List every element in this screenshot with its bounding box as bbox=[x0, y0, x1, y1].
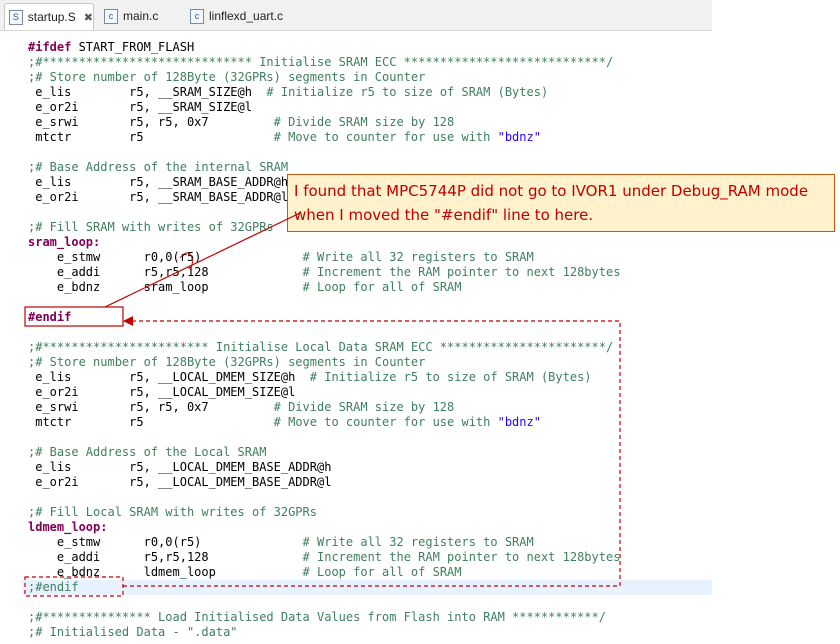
tab-label: linflexd_uart.c bbox=[209, 9, 284, 23]
tab-label: startup.S bbox=[27, 10, 76, 24]
current-line-highlight bbox=[22, 580, 712, 595]
code-line[interactable]: #ifdef START_FROM_FLASH bbox=[28, 40, 194, 55]
code-line[interactable]: e_or2i r5, __SRAM_SIZE@l bbox=[28, 100, 252, 115]
code-line[interactable]: ;# Fill SRAM with writes of 32GPRs bbox=[28, 220, 274, 235]
callout-text-line-1: I found that MPC5744P did not go to IVOR… bbox=[294, 182, 809, 200]
code-line[interactable]: e_or2i r5, __SRAM_BASE_ADDR@l bbox=[28, 190, 288, 205]
code-line[interactable]: e_addi r5,r5,128 # Increment the RAM poi… bbox=[28, 265, 621, 280]
code-line[interactable]: mtctr r5 # Move to counter for use with … bbox=[28, 415, 541, 430]
code-line[interactable]: e_lis r5, __LOCAL_DMEM_SIZE@h # Initiali… bbox=[28, 370, 591, 385]
code-line[interactable]: e_lis r5, __SRAM_SIZE@h # Initialize r5 … bbox=[28, 85, 548, 100]
tab-label: main.c bbox=[123, 9, 159, 23]
code-line[interactable]: ;#*********************** Initialise Loc… bbox=[28, 340, 613, 355]
code-line[interactable]: ;#***************************** Initiali… bbox=[28, 55, 613, 70]
code-line[interactable]: ;# Store number of 128Byte (32GPRs) segm… bbox=[28, 355, 425, 370]
editor-gutter bbox=[0, 31, 22, 644]
tab-main-c[interactable]: c main.c bbox=[100, 3, 180, 29]
tab-startup-s[interactable]: S startup.S ✖ bbox=[4, 3, 94, 30]
code-line[interactable]: #endif bbox=[28, 310, 71, 325]
code-line[interactable]: ;#endif bbox=[28, 580, 79, 595]
code-line[interactable]: ;# Base Address of the Local SRAM bbox=[28, 445, 266, 460]
annotation-callout: I found that MPC5744P did not go to IVOR… bbox=[287, 174, 835, 232]
code-line[interactable]: e_bdnz ldmem_loop # Loop for all of SRAM bbox=[28, 565, 462, 580]
callout-text-line-2: when I moved the "#endif" line to here. bbox=[294, 206, 594, 224]
code-line[interactable]: e_srwi r5, r5, 0x7 # Divide SRAM size by… bbox=[28, 115, 454, 130]
code-editor[interactable]: #ifdef START_FROM_FLASH ;#***************… bbox=[0, 31, 712, 644]
code-line[interactable]: e_lis r5, __LOCAL_DMEM_BASE_ADDR@h bbox=[28, 460, 331, 475]
code-line[interactable]: e_srwi r5, r5, 0x7 # Divide SRAM size by… bbox=[28, 400, 454, 415]
code-line[interactable]: e_addi r5,r5,128 # Increment the RAM poi… bbox=[28, 550, 621, 565]
code-line[interactable]: ;# Store number of 128Byte (32GPRs) segm… bbox=[28, 70, 425, 85]
code-line[interactable]: e_stmw r0,0(r5) # Write all 32 registers… bbox=[28, 250, 534, 265]
code-line[interactable]: sram_loop: bbox=[28, 235, 100, 250]
editor-tab-bar: S startup.S ✖ c main.c c linflexd_uart.c bbox=[0, 0, 712, 31]
code-line[interactable]: e_or2i r5, __LOCAL_DMEM_BASE_ADDR@l bbox=[28, 475, 331, 490]
close-icon[interactable]: ✖ bbox=[84, 11, 93, 24]
c-file-icon: c bbox=[104, 8, 118, 24]
tab-linflexd-uart-c[interactable]: c linflexd_uart.c bbox=[186, 3, 306, 29]
code-line[interactable]: ;# Fill Local SRAM with writes of 32GPRs bbox=[28, 505, 317, 520]
code-line[interactable]: e_stmw r0,0(r5) # Write all 32 registers… bbox=[28, 535, 534, 550]
code-line[interactable]: e_or2i r5, __LOCAL_DMEM_SIZE@l bbox=[28, 385, 295, 400]
code-line[interactable]: e_lis r5, __SRAM_BASE_ADDR@h bbox=[28, 175, 288, 190]
code-line[interactable]: mtctr r5 # Move to counter for use with … bbox=[28, 130, 541, 145]
code-line[interactable]: ;# Initialised Data - ".data" bbox=[28, 625, 238, 640]
code-line[interactable]: ;#*************** Load Initialised Data … bbox=[28, 610, 606, 625]
asm-file-icon: S bbox=[9, 9, 23, 25]
c-file-icon: c bbox=[190, 8, 204, 24]
code-line[interactable]: ldmem_loop: bbox=[28, 520, 107, 535]
code-line[interactable]: e_bdnz sram_loop # Loop for all of SRAM bbox=[28, 280, 462, 295]
code-line[interactable]: ;# Base Address of the internal SRAM bbox=[28, 160, 288, 175]
